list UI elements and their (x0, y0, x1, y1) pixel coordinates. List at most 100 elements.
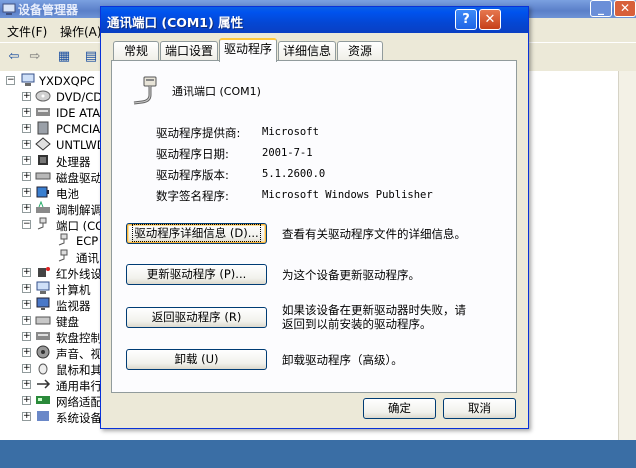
tree-item-label: 声音、视 (56, 347, 102, 361)
driver-details-button[interactable]: 驱动程序详细信息 (D)... (126, 223, 267, 244)
ok-button[interactable]: 确定 (363, 398, 436, 419)
usb-icon (37, 379, 51, 389)
version-label: 驱动程序版本: (156, 168, 229, 182)
desktop-strip (0, 440, 636, 468)
collapse-icon[interactable]: − (6, 76, 15, 85)
expand-icon[interactable]: + (22, 108, 31, 117)
processor-icon (38, 155, 48, 165)
computer-icon (21, 73, 35, 86)
tree-item-label: 鼠标和其 (56, 363, 102, 377)
expand-icon[interactable]: + (22, 204, 31, 213)
mouse-icon (38, 363, 48, 375)
expand-icon[interactable]: + (22, 396, 31, 405)
port-connector-icon (58, 233, 68, 246)
expand-icon[interactable]: + (22, 300, 31, 309)
update-driver-button[interactable]: 更新驱动程序 (P)... (126, 264, 267, 285)
tab-general[interactable]: 常规 (113, 41, 159, 60)
tab-driver[interactable]: 驱动程序 (219, 38, 277, 62)
serial-port-icon (133, 76, 157, 105)
keyboard-icon (35, 316, 51, 325)
update-driver-desc: 为这个设备更新驱动程序。 (282, 268, 420, 282)
expand-icon[interactable]: + (22, 380, 31, 389)
close-button[interactable]: ✕ (479, 9, 501, 30)
dialog-titlebar[interactable]: 通讯端口 (COM1) 属性 ? ✕ (101, 7, 528, 33)
tree-item-label: IDE ATA/ (56, 106, 105, 120)
device-diamond-icon (35, 137, 51, 151)
help-button[interactable]: ? (455, 9, 477, 30)
rollback-driver-desc-line1: 如果该设备在更新驱动器时失败，请 (282, 303, 466, 317)
expand-icon[interactable]: + (22, 412, 31, 421)
expand-icon[interactable]: + (22, 332, 31, 341)
tree-item-label: 键盘 (56, 315, 79, 329)
date-label: 驱动程序日期: (156, 147, 229, 161)
expand-icon[interactable]: + (22, 124, 31, 133)
tree-item-label: UNTLWD (56, 138, 106, 152)
device-manager-icon (2, 3, 16, 15)
view-icon[interactable]: ▦ (55, 48, 73, 65)
uninstall-button[interactable]: 卸载 (U) (126, 349, 267, 370)
tab-details[interactable]: 详细信息 (278, 41, 336, 60)
forward-arrow-icon[interactable]: ⇨ (26, 48, 44, 65)
expand-icon[interactable]: + (22, 364, 31, 373)
provider-value: Microsoft (262, 126, 319, 138)
disk-drive-icon (35, 172, 51, 180)
computer-icon (36, 281, 50, 294)
date-value: 2001-7-1 (262, 147, 313, 159)
tree-root-label: YXDXQPC (39, 74, 95, 88)
battery-icon (36, 186, 49, 198)
minimize-icon[interactable]: _ (590, 0, 612, 17)
tab-port-settings[interactable]: 端口设置 (160, 41, 218, 60)
update-driver-button-label: 更新驱动程序 (P)... (146, 267, 247, 281)
expand-icon[interactable]: + (22, 188, 31, 197)
tree-item-label: ECP (76, 234, 99, 248)
tree-item-label: DVD/CD- (56, 90, 107, 104)
tree-item-label: 网络适配 (56, 395, 102, 409)
tree-item-label: 通用串行 (56, 379, 102, 393)
collapse-icon[interactable]: − (22, 220, 31, 229)
device-name: 通讯端口 (COM1) (172, 85, 261, 98)
tree-item-label: 软盘控制 (56, 331, 102, 345)
tree-item-label: 红外线设 (56, 267, 102, 281)
tree-item-label: 端口 (CO (56, 219, 105, 233)
uninstall-button-label: 卸载 (U) (174, 352, 219, 366)
expand-icon[interactable]: + (22, 268, 31, 277)
version-value: 5.1.2600.0 (262, 168, 326, 180)
expand-icon[interactable]: + (22, 140, 31, 149)
expand-icon[interactable]: + (22, 284, 31, 293)
modem-icon (36, 201, 50, 213)
tree-item-label: 通讯 (76, 251, 99, 265)
menu-action[interactable]: 操作(A) (60, 23, 102, 40)
expand-icon[interactable]: + (22, 172, 31, 181)
driver-details-button-label: 驱动程序详细信息 (D)... (132, 224, 261, 242)
driver-details-desc: 查看有关驱动程序文件的详细信息。 (282, 227, 466, 241)
rollback-driver-button-label: 返回驱动程序 (R) (151, 310, 242, 324)
expand-icon[interactable]: + (22, 92, 31, 101)
expand-icon[interactable]: + (22, 316, 31, 325)
network-adapter-icon (36, 396, 50, 404)
properties-icon[interactable]: ▤ (82, 48, 100, 65)
port-connector-icon (37, 217, 47, 230)
tree-item-label: 调制解调 (56, 203, 102, 217)
tab-resources[interactable]: 资源 (337, 41, 383, 60)
close-icon[interactable]: ✕ (614, 0, 636, 17)
signer-label: 数字签名程序: (156, 189, 229, 203)
device-manager-title: 设备管理器 (18, 3, 79, 17)
rollback-driver-button[interactable]: 返回驱动程序 (R) (126, 307, 267, 328)
system-device-icon (37, 411, 49, 421)
vertical-scrollbar[interactable] (618, 71, 636, 440)
tree-item-label: PCMCIA (56, 122, 101, 136)
tree-item-label: 电池 (56, 187, 79, 201)
tree-item-label: 磁盘驱动 (56, 171, 102, 185)
expand-icon[interactable]: + (22, 156, 31, 165)
uninstall-desc: 卸载驱动程序（高级）。 (282, 353, 403, 367)
monitor-icon (36, 297, 50, 310)
provider-label: 驱动程序提供商: (156, 126, 241, 140)
infrared-icon (38, 267, 50, 277)
tree-item-label: 计算机 (56, 283, 91, 297)
cancel-button[interactable]: 取消 (443, 398, 516, 419)
back-arrow-icon[interactable]: ⇦ (5, 48, 23, 65)
signer-value: Microsoft Windows Publisher (262, 189, 433, 201)
dialog-title: 通讯端口 (COM1) 属性 (107, 15, 244, 30)
menu-file[interactable]: 文件(F) (7, 23, 47, 40)
expand-icon[interactable]: + (22, 348, 31, 357)
